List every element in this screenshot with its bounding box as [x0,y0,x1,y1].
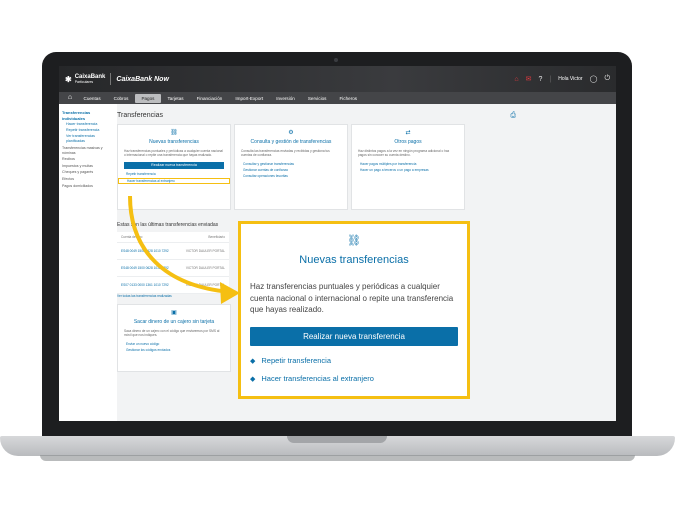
link-icon: ⛓ [170,130,178,136]
divider: | [549,75,552,83]
card-cajero-desc: Saca dinero de un cajero con el código q… [124,329,220,338]
print-icon[interactable]: ⎙ [510,112,516,120]
gear-icon: ⚙ [288,130,294,136]
top-bar: ✱ CaixaBank Particulares CaixaBank Now ⌂ … [59,66,616,92]
nav-ficheros[interactable]: Ficheros [333,94,364,103]
card-consulta-desc: Consulta las transferencias enviadas y r… [241,149,330,158]
help-icon[interactable]: ? [539,76,543,83]
camera [334,58,338,62]
arrow-path [128,195,231,294]
card-otros-link-2[interactable]: Hacer un pago a terceros o un pago a emp… [352,168,464,172]
sidebar-item-domiciliados[interactable]: Pagos domiciliados [62,184,108,189]
sidebar-item-recibos[interactable]: Recibos [62,157,108,162]
sidebar-link-repetir[interactable]: Repetir transferencia [62,128,108,133]
power-icon[interactable]: ⏻ [604,75,610,83]
nav-pagos[interactable]: Pagos [134,93,161,103]
sidebar-item-cheques[interactable]: Cheques y pagarés [62,170,108,175]
nav-cobros[interactable]: Cobros [107,94,135,103]
mail-icon[interactable]: ✉ [526,75,532,83]
card-cajero-title: Sacar dinero de un cajero sin tarjeta [133,319,215,325]
card-otros-title: Otros pagos [394,139,422,145]
top-right-tools: ⌂ ✉ ? | Hola Victor ◯ ⏻ [514,75,610,83]
card-cajero: ▣ Sacar dinero de un cajero sin tarjeta … [117,304,231,372]
card-otros: ⇄ Otros pagos Haz distintos pagos a la v… [351,124,465,210]
sidebar-link-hacer[interactable]: Hacer transferencia [62,122,108,127]
nav-servicios[interactable]: Servicios [301,94,333,103]
nav-cuentas[interactable]: Cuentas [77,94,107,103]
atm-icon: ▣ [171,310,177,316]
link-icon: ⛓ [347,235,361,247]
card-nuevas-link-repetir[interactable]: Repetir transferencia [118,172,230,176]
bell-icon[interactable]: ⌂ [514,76,518,83]
laptop-shadow [40,455,635,461]
card-consulta-link-2[interactable]: Gestionar cuentas de confianza [235,168,347,172]
greeting: Hola Victor [558,76,583,82]
sidebar-item-impuestos[interactable]: Impuestos y multas [62,164,108,169]
foreign-transfer-label[interactable]: Hacer transferencias al extranjero [261,374,374,383]
card-consulta: ⚙ Consulta y gestión de transferencias C… [234,124,348,210]
bank-sub: Particulares [74,80,94,84]
repeat-transfer-label[interactable]: Repetir transferencia [261,356,331,365]
callout-nuevas-transferencias: ⛓ Nuevas transferencias Haz transferenci… [238,221,470,399]
card-consulta-link-1[interactable]: Consultar y gestionar transferencias [235,162,347,166]
laptop-notch [287,436,387,443]
card-consulta-title: Consulta y gestión de transferencias [250,139,332,145]
brand-name: CaixaBank Now [116,75,169,83]
card-otros-desc: Haz distintos pagos a la vez en ningún p… [358,149,450,158]
callout-title: Nuevas transferencias [299,254,409,266]
bank-logo[interactable]: ✱ CaixaBank Particulares [65,74,105,84]
callout-desc: Haz transferencias puntuales y periódica… [250,282,454,315]
nav-inversion[interactable]: Inversión [270,94,302,103]
sidebar-item-masivas[interactable]: Transferencias masivas y nóminas [62,146,108,156]
card-cajero-link-1[interactable]: Enviar un nuevo código [118,342,230,346]
foreign-transfer-link[interactable]: ◆ Hacer transferencias al extranjero [250,374,374,383]
sidebar-link-planificadas[interactable]: Ver transferencias planificadas [62,134,108,144]
logo-divider [110,73,112,85]
sidebar: Transferencias individuales Hacer transf… [59,104,111,196]
repeat-transfer-link[interactable]: ◆ Repetir transferencia [250,356,331,365]
card-nuevas-button[interactable]: Realizar nueva transferencia [124,161,224,169]
star-logo-icon: ✱ [65,74,72,84]
card-nuevas-link-extranjero[interactable]: Hacer transferencias al extranjero [118,177,230,184]
nav-financiacion[interactable]: Financiación [190,94,229,103]
home-icon[interactable]: ⌂ [63,92,77,104]
main-nav: ⌂ Cuentas Cobros Pagos Tarjetas Financia… [59,92,616,104]
card-consulta-link-3[interactable]: Consultar operaciones favoritas [235,174,347,178]
sidebar-item-efectos[interactable]: Efectos [62,177,108,182]
sidebar-heading[interactable]: Transferencias individuales [62,110,108,121]
transfer-icon: ⇄ [405,130,411,136]
user-icon[interactable]: ◯ [590,75,598,83]
bullet-icon: ◆ [250,375,256,383]
highlight-arrow [128,195,240,304]
card-nuevas-desc: Haz transferencias puntuales y periódica… [124,149,223,158]
page-title: Transferencias [117,112,164,119]
card-nuevas-title: Nuevas transferencias [149,139,199,145]
nav-import-export[interactable]: Import-Export [229,94,270,103]
nav-tarjetas[interactable]: Tarjetas [161,94,190,103]
arrow-head [220,282,240,304]
bullet-icon: ◆ [250,357,256,365]
card-otros-link-1[interactable]: Hacer pagos múltiples por transferencia [352,162,464,166]
card-cajero-link-2[interactable]: Gestionar los códigos enviados [118,348,230,352]
new-transfer-button[interactable]: Realizar nueva transferencia [250,327,458,346]
